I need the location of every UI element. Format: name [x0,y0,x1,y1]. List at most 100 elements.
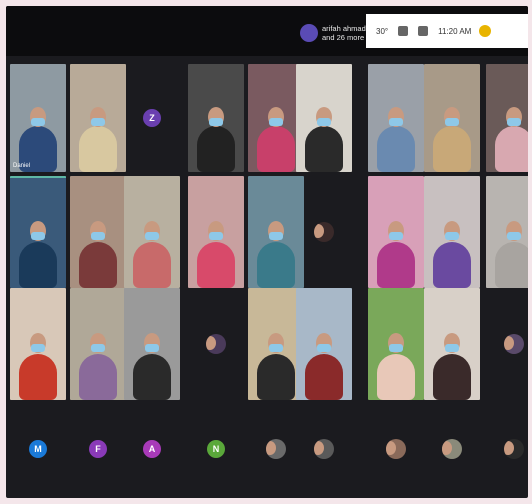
avatar-face [266,441,276,455]
participant-tile[interactable] [188,64,244,172]
participant-mask [31,231,45,240]
participant-tile[interactable]: F [70,404,126,494]
participant-tile[interactable]: N [188,404,244,494]
participant-body [495,126,528,172]
participant-tile[interactable]: A [124,404,180,494]
notification-icon[interactable] [479,25,492,37]
participant-initial-avatar: N [207,440,225,458]
participant-tile[interactable] [10,288,66,400]
participant-tile[interactable] [296,404,352,494]
participant-tile[interactable] [368,64,424,172]
participant-body [197,242,235,288]
participant-tile[interactable]: M [10,404,66,494]
participant-photo-avatar [206,334,226,354]
participant-tile[interactable] [368,176,424,288]
participant-mask [507,231,521,240]
active-speaker-indicator [10,176,66,178]
participant-photo-avatar [314,439,334,459]
participant-initial-avatar: A [143,440,161,458]
participant-body [305,354,343,400]
participant-tile[interactable] [486,176,528,288]
participant-tile[interactable] [424,64,480,172]
presenter-avatar [300,24,318,42]
participant-body [377,242,415,288]
participant-mask [269,343,283,352]
clock-label[interactable]: 11:20 AM [438,27,471,36]
participant-tile[interactable] [486,64,528,172]
participant-tile[interactable] [424,404,480,494]
participant-mask [269,231,283,240]
participant-photo-avatar [386,439,406,459]
participant-mask [389,231,403,240]
participant-mask [317,117,331,126]
participant-tile[interactable] [124,176,180,288]
participant-mask [31,343,45,352]
participant-mask [389,117,403,126]
top-bar: arifah ahmad and 26 more 30° 11:20 AM [6,6,528,56]
meeting-window: arifah ahmad and 26 more 30° 11:20 AM Da… [6,6,528,498]
participant-photo-avatar [314,222,334,242]
participant-body [19,242,57,288]
participant-photo-avatar [442,439,462,459]
network-icon[interactable] [398,26,409,36]
volume-icon[interactable] [418,26,429,36]
participant-mask [145,343,159,352]
participant-tile[interactable] [368,404,424,494]
participant-tile[interactable] [70,176,126,288]
participant-tile[interactable] [124,288,180,400]
participant-mask [91,231,105,240]
participant-body [433,242,471,288]
participant-mask [145,231,159,240]
participant-tile[interactable] [188,176,244,288]
participant-body [79,354,117,400]
participant-body [197,126,235,172]
participant-body [257,354,295,400]
avatar-face [504,336,514,350]
participant-tile[interactable] [368,288,424,400]
participant-mask [209,231,223,240]
participant-body [133,242,171,288]
participant-tile[interactable] [296,64,352,172]
participant-photo-avatar [504,439,524,459]
participant-mask [445,231,459,240]
participant-body [19,354,57,400]
participant-tile[interactable] [296,288,352,400]
avatar-face [314,441,324,455]
avatar-face [386,441,396,455]
participant-body [257,242,295,288]
avatar-face [314,224,324,238]
participant-photo-avatar [504,334,524,354]
participant-tile[interactable] [296,176,352,288]
participant-body [305,126,343,172]
participant-tile[interactable] [486,404,528,494]
participant-body [433,354,471,400]
participant-mask [389,343,403,352]
participant-mask [507,117,521,126]
participant-mask [91,117,105,126]
participant-tile[interactable] [70,64,126,172]
participant-tile[interactable] [486,288,528,400]
participant-tile[interactable] [424,176,480,288]
system-taskbar: 30° 11:20 AM [366,14,528,48]
participant-tile[interactable]: Z [124,64,180,172]
participant-mask [31,117,45,126]
participant-body [79,126,117,172]
participant-initial-avatar: Z [143,109,161,127]
avatar-face [206,336,216,350]
participant-name: Daniel [13,163,31,169]
avatar-face [442,441,452,455]
participant-mask [445,343,459,352]
avatar-face [504,441,514,455]
participant-photo-avatar [266,439,286,459]
participant-tile[interactable] [188,288,244,400]
participant-body [495,242,528,288]
participant-tile[interactable] [70,288,126,400]
participant-grid: Daniel Z M F A N [6,56,528,498]
participant-body [79,242,117,288]
participant-mask [209,117,223,126]
participant-initial-avatar: M [29,440,47,458]
participant-tile[interactable] [10,176,66,288]
participant-tile[interactable] [424,288,480,400]
participant-tile[interactable]: Daniel [10,64,66,172]
participant-initial-avatar: F [89,440,107,458]
